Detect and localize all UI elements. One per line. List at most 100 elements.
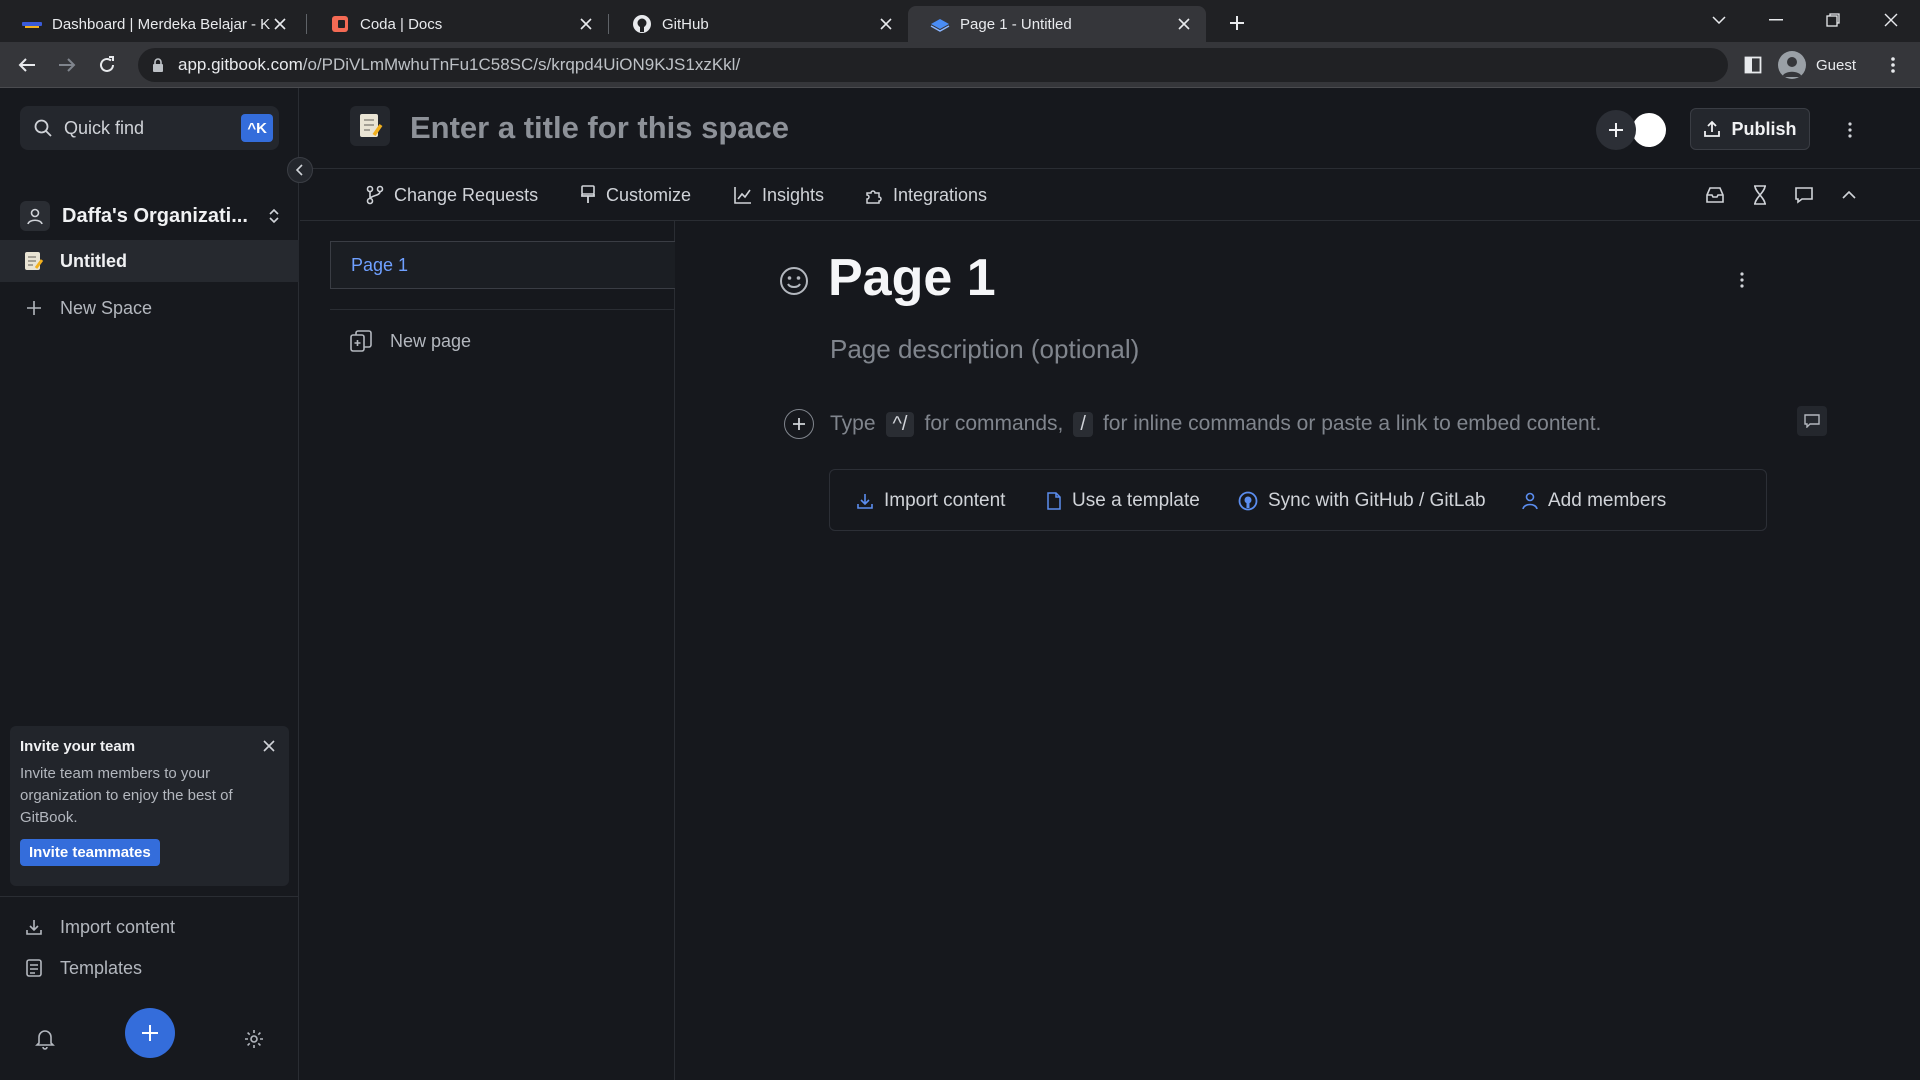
- tab-search-chevron-icon[interactable]: [1696, 4, 1742, 36]
- close-tab-icon[interactable]: [576, 14, 596, 34]
- plus-icon: [1609, 123, 1623, 137]
- publish-button[interactable]: Publish: [1690, 108, 1810, 150]
- side-panel-icon[interactable]: [1738, 50, 1768, 80]
- profile-button[interactable]: Guest: [1778, 50, 1856, 80]
- profile-label: Guest: [1816, 56, 1857, 74]
- back-arrow-icon[interactable]: [12, 50, 42, 80]
- import-content-label: Import content: [60, 916, 176, 937]
- plus-icon: [24, 301, 44, 315]
- sync-git-action-label: Sync with GitHub / GitLab: [1268, 490, 1486, 511]
- customize-button[interactable]: Customize: [580, 180, 691, 210]
- browser-tab-coda[interactable]: Coda | Docs: [308, 6, 608, 42]
- organization-name: Daffa's Organizati...: [62, 204, 248, 227]
- insights-button[interactable]: Insights: [734, 180, 824, 210]
- new-tab-button[interactable]: [1222, 8, 1252, 38]
- use-template-action[interactable]: Use a template: [1046, 486, 1200, 516]
- comments-icon[interactable]: [1791, 182, 1817, 208]
- notepad-icon: [25, 252, 44, 270]
- chart-line-icon: [734, 187, 751, 204]
- change-requests-button[interactable]: Change Requests: [366, 180, 538, 210]
- close-tab-icon[interactable]: [270, 14, 290, 34]
- page-description-input[interactable]: Page description (optional): [830, 334, 1139, 365]
- sidebar-item-untitled-space[interactable]: Untitled: [0, 240, 299, 282]
- organization-switcher[interactable]: Daffa's Organizati...: [20, 198, 280, 234]
- tab-title: Coda | Docs: [360, 15, 443, 33]
- plus-icon: [142, 1025, 158, 1041]
- browser-menu-icon[interactable]: [1878, 50, 1908, 80]
- import-content-link[interactable]: Import content: [24, 912, 175, 942]
- add-emoji-smiley-icon[interactable]: [778, 265, 810, 297]
- minimize-window-icon[interactable]: [1753, 4, 1799, 36]
- notifications-bell-icon[interactable]: [30, 1024, 60, 1054]
- chevron-up-icon[interactable]: [1836, 182, 1862, 208]
- tab-separator: [306, 14, 307, 34]
- restore-window-icon[interactable]: [1810, 4, 1856, 36]
- new-page-icon: [350, 330, 372, 352]
- download-icon: [24, 918, 44, 936]
- inbox-icon[interactable]: [1702, 182, 1728, 208]
- sidebar-divider: [0, 896, 299, 897]
- space-more-options-icon[interactable]: [1838, 118, 1862, 142]
- tree-item-page-1[interactable]: Page 1: [330, 241, 675, 289]
- add-collaborator-button[interactable]: [1596, 110, 1636, 150]
- collapse-sidebar-chevron-icon[interactable]: [287, 157, 313, 183]
- settings-gear-icon[interactable]: [239, 1024, 269, 1054]
- close-window-icon[interactable]: [1868, 4, 1914, 36]
- url-field[interactable]: app.gitbook.com/o/PDiVLmMwhuTnFu1C58SC/s…: [138, 48, 1728, 82]
- space-emoji-button[interactable]: [350, 106, 390, 146]
- integrations-button[interactable]: Integrations: [865, 180, 987, 210]
- browser-tab-bar: Dashboard | Merdeka Belajar - Ka Coda | …: [0, 0, 1920, 42]
- sync-git-action[interactable]: Sync with GitHub / GitLab: [1238, 486, 1486, 516]
- close-icon[interactable]: [263, 740, 275, 752]
- insights-label: Insights: [762, 184, 825, 205]
- coda-favicon-icon: [330, 14, 350, 34]
- lock-icon[interactable]: [152, 58, 164, 72]
- create-new-button[interactable]: [125, 1008, 175, 1058]
- hint-shortcut-key: /: [1073, 411, 1093, 437]
- integrations-label: Integrations: [893, 184, 988, 205]
- browser-tab-merdeka[interactable]: Dashboard | Merdeka Belajar - Ka: [0, 6, 302, 42]
- import-content-action-label: Import content: [884, 490, 1006, 511]
- space-title-input[interactable]: Enter a title for this space: [410, 110, 789, 146]
- add-comment-icon[interactable]: [1797, 406, 1827, 436]
- quick-find-button[interactable]: Quick find ^K: [20, 106, 279, 150]
- tab-title: Dashboard | Merdeka Belajar - Ka: [52, 15, 270, 33]
- github-favicon-icon: [632, 14, 652, 34]
- quick-find-label: Quick find: [64, 117, 145, 138]
- reload-icon[interactable]: [92, 50, 122, 80]
- download-icon: [857, 494, 873, 509]
- close-tab-icon[interactable]: [876, 14, 896, 34]
- gitbook-favicon-icon: [930, 14, 950, 34]
- invite-teammates-button[interactable]: Invite teammates: [20, 839, 160, 866]
- url-text: app.gitbook.com/o/PDiVLmMwhuTnFu1C58SC/s…: [178, 55, 741, 74]
- browser-tab-gitbook-active[interactable]: Page 1 - Untitled: [908, 6, 1206, 42]
- close-tab-icon[interactable]: [1174, 14, 1194, 34]
- user-avatar[interactable]: [1632, 113, 1666, 147]
- hint-shortcut-key: ^/: [885, 411, 915, 437]
- github-icon: [1238, 491, 1258, 511]
- search-icon: [34, 119, 52, 137]
- page-title[interactable]: Page 1: [828, 248, 996, 308]
- header-divider: [300, 168, 1920, 169]
- guest-avatar-icon: [1778, 51, 1806, 79]
- forward-arrow-icon[interactable]: [52, 50, 82, 80]
- hint-text: for commands,: [924, 412, 1064, 435]
- templates-link[interactable]: Templates: [24, 953, 142, 983]
- customize-label: Customize: [606, 184, 692, 205]
- history-hourglass-icon[interactable]: [1747, 182, 1773, 208]
- tab-separator: [608, 14, 609, 34]
- browser-tab-github[interactable]: GitHub: [610, 6, 908, 42]
- insert-block-button[interactable]: [784, 409, 814, 439]
- merdeka-favicon-icon: [22, 14, 42, 34]
- shortcut-badge: ^K: [241, 114, 273, 142]
- new-page-button[interactable]: New page: [350, 325, 471, 357]
- import-content-action[interactable]: Import content: [856, 486, 1005, 516]
- new-space-button[interactable]: New Space: [24, 290, 152, 326]
- space-name: Untitled: [60, 250, 127, 271]
- publish-label: Publish: [1731, 118, 1797, 139]
- add-members-action[interactable]: Add members: [1522, 486, 1666, 516]
- branch-icon: [366, 185, 384, 205]
- page-more-options-icon[interactable]: [1730, 268, 1754, 292]
- templates-label: Templates: [60, 957, 143, 978]
- editor-placeholder-hint[interactable]: Type ^/ for commands, / for inline comma…: [830, 408, 1601, 440]
